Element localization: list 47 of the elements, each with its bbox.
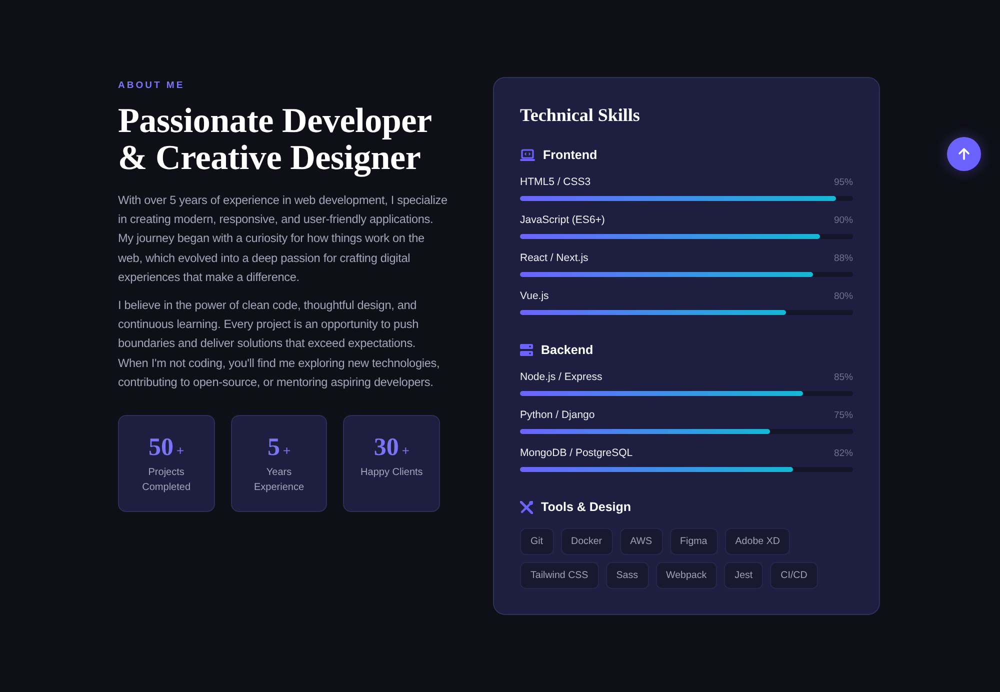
- skill-percent: 80%: [834, 290, 853, 302]
- skill-tag: CI/CD: [770, 562, 818, 589]
- skill-percent: 95%: [834, 176, 853, 188]
- plus-sign: +: [176, 443, 184, 458]
- skill-name: JavaScript (ES6+): [520, 214, 605, 226]
- stat-label: Happy Clients: [360, 466, 424, 480]
- skill-name: Node.js / Express: [520, 371, 602, 383]
- skill-tag: Docker: [560, 528, 613, 555]
- skill-tag: Webpack: [656, 562, 718, 589]
- skill-percent: 85%: [834, 372, 853, 382]
- section-label: ABOUT ME: [118, 80, 186, 91]
- group-heading: Backend: [541, 343, 594, 357]
- stat-label: Projects Completed: [141, 466, 192, 496]
- heading-line: & Creative Designer: [118, 139, 421, 176]
- skill-name: MongoDB / PostgreSQL: [520, 447, 633, 459]
- skill-tag: Figma: [670, 528, 718, 555]
- skill-tag: Tailwind CSS: [520, 562, 599, 589]
- plus-sign: +: [282, 443, 291, 458]
- plus-sign: +: [402, 443, 410, 458]
- laptop-icon: [520, 149, 535, 161]
- card-title: Technical Skills: [520, 105, 641, 126]
- skill-tag: Adobe XD: [724, 528, 790, 555]
- skill-percent: 82%: [834, 448, 853, 458]
- server-icon: [520, 344, 533, 356]
- stat-number: 30: [374, 434, 399, 462]
- heading-line: Passionate Developer: [118, 102, 432, 139]
- skill-name: Vue.js: [520, 290, 549, 302]
- paragraph: I believe in the power of clean code, thoughtful design, and continuous learning. Every project is an opportunity to push boundaries and deliver solutions that exceed expectations. When I'm not coding, you'll find me exploring new technologies, contributing to open-source, or mentoring aspiring developers.: [118, 297, 441, 391]
- group-heading: Tools & Design: [541, 500, 632, 514]
- arrow-up-icon: [957, 147, 971, 161]
- paragraph: With over 5 years of experience in web development, I specialize in creating modern, responsive, and user-friendly applications. My journey began with a curiosity for how things work on the web, which evolved into a deep passion for crafting digital experiences that make a difference.: [118, 192, 448, 286]
- skill-tag: Git: [520, 528, 554, 555]
- stat-number: 50: [148, 434, 174, 462]
- skill-name: HTML5 / CSS3: [520, 176, 591, 188]
- skill-percent: 75%: [834, 410, 853, 420]
- skill-percent: 90%: [834, 214, 853, 226]
- group-heading: Frontend: [543, 148, 598, 162]
- tools-icon: [520, 500, 533, 514]
- skill-percent: 88%: [834, 252, 853, 264]
- back-to-top-button[interactable]: [947, 137, 981, 171]
- skill-name: Python / Django: [520, 409, 595, 421]
- skill-tag: Jest: [724, 562, 764, 589]
- stat-label: Years Experience: [252, 466, 306, 496]
- stat-number: 5: [267, 434, 280, 462]
- skill-name: React / Next.js: [520, 252, 588, 264]
- skill-tag: Sass: [606, 562, 648, 589]
- skill-tag: AWS: [620, 528, 663, 555]
